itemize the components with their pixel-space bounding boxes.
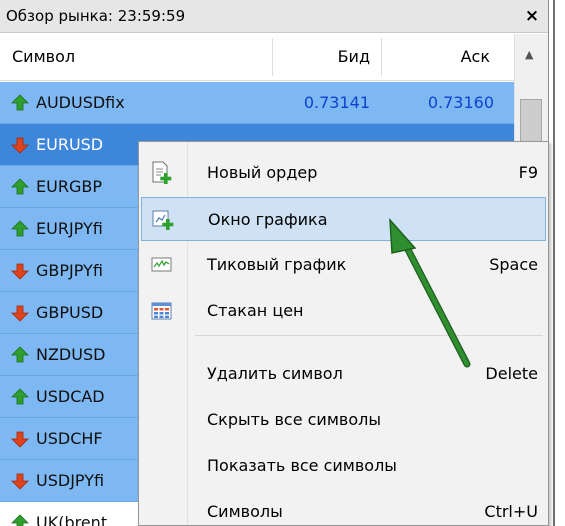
menu-item-label: Показать все символы <box>207 456 397 475</box>
menu-item-label: Скрыть все символы <box>207 410 381 429</box>
panel-border <box>553 0 555 526</box>
menu-item-label: Тиковый график <box>207 255 347 274</box>
row-ask: 0.73160 <box>427 93 494 112</box>
menu-item-label: Символы <box>207 502 283 521</box>
chart-window-icon <box>152 210 174 230</box>
scroll-up-icon[interactable]: ▲ <box>525 48 533 61</box>
adjacent-panel-edge <box>548 0 565 526</box>
column-header-ask[interactable]: Аск <box>420 47 490 66</box>
close-button[interactable]: × <box>520 3 544 29</box>
depth-of-market-icon <box>151 302 172 320</box>
price-up-arrow-icon <box>11 388 29 405</box>
price-up-arrow-icon <box>11 94 29 111</box>
row-symbol: EURGBP <box>36 177 102 196</box>
row-symbol: USDCAD <box>36 387 105 406</box>
row-symbol: AUDUSDfix <box>36 93 125 112</box>
row-symbol: GBPJPYfi <box>36 261 103 280</box>
row-bid: 0.73141 <box>303 93 370 112</box>
column-header-symbol[interactable]: Символ <box>12 47 75 66</box>
price-up-arrow-icon <box>11 514 29 526</box>
menu-item-new-order[interactable]: Новый ордер F9 <box>141 151 546 195</box>
price-up-arrow-icon <box>11 178 29 195</box>
menu-item-show-all-symbols[interactable]: Показать все символы <box>141 444 546 488</box>
row-symbol: NZDUSD <box>36 345 106 364</box>
table-row[interactable]: AUDUSDfix 0.73141 0.73160 <box>0 82 514 124</box>
context-menu: Новый ордер F9 Окно графика Тиковый граф… <box>138 141 549 526</box>
price-down-arrow-icon <box>11 473 29 490</box>
menu-item-shortcut: Ctrl+U <box>484 502 538 521</box>
price-up-arrow-icon <box>11 220 29 237</box>
menu-item-label: Удалить символ <box>207 364 343 383</box>
price-down-arrow-icon <box>11 431 29 448</box>
menu-item-tick-chart[interactable]: Тиковый график Space <box>141 243 546 287</box>
column-divider[interactable] <box>272 38 273 76</box>
menu-item-shortcut: Space <box>489 255 538 274</box>
price-down-arrow-icon <box>11 263 29 280</box>
row-symbol: UK(brent <box>36 513 108 526</box>
menu-item-label: Стакан цен <box>207 301 304 320</box>
menu-item-depth-of-market[interactable]: Стакан цен <box>141 289 546 333</box>
price-down-arrow-icon <box>11 137 29 154</box>
menu-separator <box>195 335 543 336</box>
menu-item-shortcut: F9 <box>518 163 538 182</box>
column-header: Символ Бид Аск <box>0 34 514 81</box>
menu-item-label: Новый ордер <box>207 163 318 182</box>
column-divider[interactable] <box>381 38 382 76</box>
market-watch-window: Обзор рынка: 23:59:59 × Символ Бид Аск ▲… <box>0 0 565 526</box>
menu-item-label: Окно графика <box>208 210 328 229</box>
row-symbol: USDCHF <box>36 429 103 448</box>
row-symbol: EURUSD <box>36 135 104 154</box>
window-title: Обзор рынка: 23:59:59 <box>6 7 186 25</box>
menu-item-symbols[interactable]: Символы Ctrl+U <box>141 490 546 526</box>
menu-item-delete-symbol[interactable]: Удалить символ Delete <box>141 352 546 396</box>
menu-item-chart-window[interactable]: Окно графика <box>141 197 546 241</box>
row-symbol: EURJPYfi <box>36 219 103 238</box>
column-header-bid[interactable]: Бид <box>310 47 370 66</box>
price-down-arrow-icon <box>11 305 29 322</box>
menu-item-hide-all-symbols[interactable]: Скрыть все символы <box>141 398 546 442</box>
tick-chart-icon <box>151 257 172 272</box>
row-symbol: GBPUSD <box>36 303 104 322</box>
price-up-arrow-icon <box>11 346 29 363</box>
new-order-icon <box>152 161 172 184</box>
menu-item-shortcut: Delete <box>485 364 538 383</box>
row-symbol: USDJPYfi <box>36 471 105 490</box>
title-bar: Обзор рынка: 23:59:59 × <box>0 0 548 33</box>
